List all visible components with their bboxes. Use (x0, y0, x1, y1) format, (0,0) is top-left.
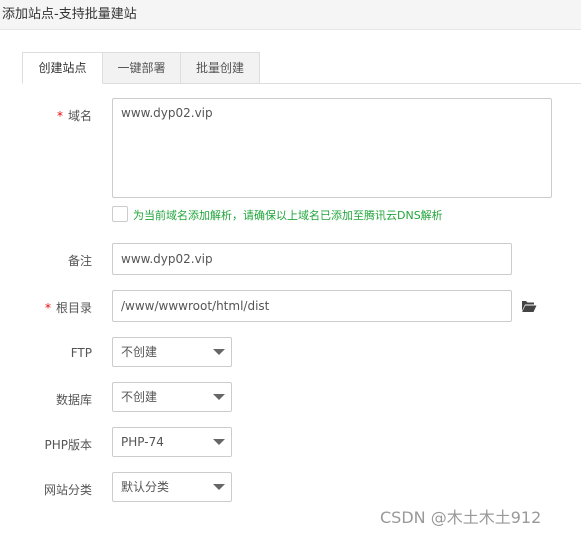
ftp-label: FTP (70, 346, 92, 360)
php-version-select[interactable]: PHP-74 (112, 427, 232, 457)
site-category-label: 网站分类 (43, 483, 92, 497)
chevron-down-icon (213, 349, 225, 355)
dns-resolve-label: 为当前域名添加解析，请确保以上域名已添加至腾讯云DNS解析 (133, 209, 443, 222)
php-version-select-value: PHP-74 (121, 435, 164, 449)
domain-label: * 域名 (56, 109, 92, 123)
root-dir-input[interactable]: /www/wwwroot/html/dist (112, 290, 512, 322)
database-select-value: 不创建 (121, 390, 158, 404)
database-label: 数据库 (55, 393, 92, 407)
remark-label: 备注 (67, 254, 92, 268)
site-category-select[interactable]: 默认分类 (112, 472, 232, 502)
root-dir-label: * 根目录 (44, 301, 92, 315)
folder-open-icon[interactable] (521, 299, 537, 313)
chevron-down-icon (213, 439, 225, 445)
watermark: CSDN @木土木土912 (380, 508, 542, 527)
chevron-down-icon (213, 484, 225, 490)
dns-resolve-checkbox[interactable] (112, 206, 128, 222)
chevron-down-icon (213, 394, 225, 400)
tab-create-site[interactable]: 创建站点 (22, 52, 103, 84)
dialog-title: 添加站点-支持批量建站 (2, 7, 137, 22)
site-category-select-value: 默认分类 (121, 480, 170, 494)
remark-input[interactable]: www.dyp02.vip (112, 243, 512, 275)
php-version-label: PHP版本 (44, 438, 93, 452)
domain-textarea[interactable]: www.dyp02.vip (112, 98, 552, 198)
ftp-select[interactable]: 不创建 (112, 337, 232, 367)
dialog-titlebar: 添加站点-支持批量建站 (0, 0, 581, 30)
tab-batch-create[interactable]: 批量创建 (180, 52, 260, 84)
tab-one-click-deploy[interactable]: 一键部署 (102, 52, 181, 84)
database-select[interactable]: 不创建 (112, 382, 232, 412)
ftp-select-value: 不创建 (121, 345, 158, 359)
required-mark: * (56, 109, 63, 123)
